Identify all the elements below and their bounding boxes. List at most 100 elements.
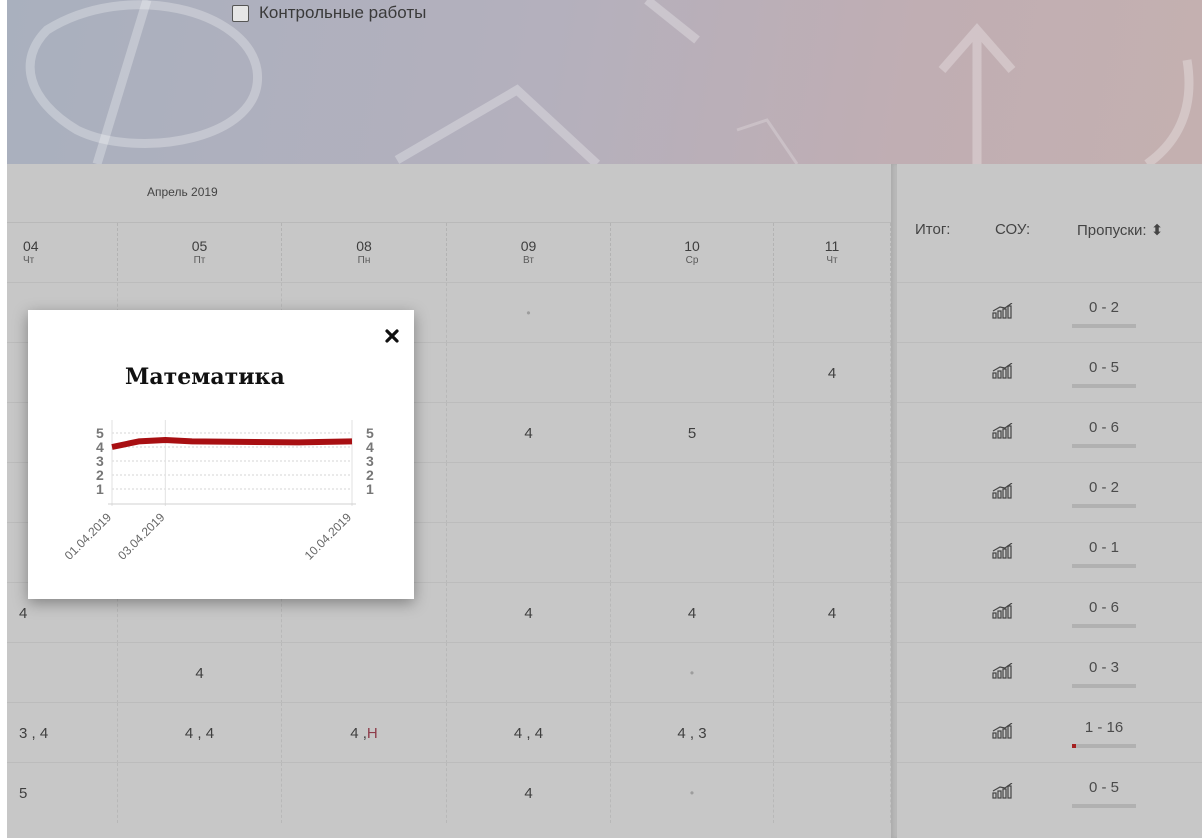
grade-cell[interactable]: 4 [447,403,611,463]
summary-table: Итог: СОУ: Пропуски: ⬍ 0 - 2 0 - 5 0 - 6 0 … [897,164,1202,838]
absences-header[interactable]: Пропуски: ⬍ [1077,221,1163,239]
absence-bar [1072,384,1136,388]
y-tick-label-left: 1 [96,481,104,497]
absence-count[interactable]: 0 - 1 [1072,539,1136,556]
grade-cell[interactable]: 5 [7,763,118,823]
grade-cell[interactable]: 5 [611,403,774,463]
grade-cell[interactable] [774,403,891,463]
absence-count[interactable]: 0 - 2 [1072,479,1136,496]
control-works-filter[interactable]: Контрольные работы [232,3,426,23]
stats-chart-icon[interactable] [992,603,1014,619]
day-of-week: Чт [826,255,838,266]
absence-count[interactable]: 0 - 5 [1072,359,1136,376]
summary-row: 0 - 6 [897,402,1202,463]
grade-cell[interactable] [611,283,774,343]
grade-cell[interactable] [611,523,774,583]
y-tick-label-left: 3 [96,453,104,469]
grade-line-chart: 1 12 23 34 45 501.04.2019 03.04.2019 10.04.2019 [62,420,374,563]
grade-value: 5 [19,784,28,802]
grade-cell[interactable]: 4 [774,343,891,403]
y-tick-label-right: 5 [366,425,374,441]
grade-value: 4 [524,604,533,622]
x-tick-label: 03.04.2019 [115,510,168,563]
y-tick-label-right: 3 [366,453,374,469]
grade-cell[interactable]: 4 [611,583,774,643]
grade-row: 5 4 • [7,762,891,823]
grade-cell[interactable]: 4 [774,583,891,643]
grade-cell[interactable] [282,763,447,823]
grade-cell[interactable] [774,283,891,343]
grade-value: 4 [195,664,204,682]
grade-cell[interactable]: 4 , 4 [118,703,282,763]
control-works-label: Контрольные работы [259,3,427,22]
control-works-checkbox[interactable] [232,4,249,22]
grade-cell[interactable] [774,703,891,763]
grade-cell[interactable] [447,343,611,403]
day-header: 05 Пт [118,223,282,281]
stats-chart-icon[interactable] [992,423,1014,439]
summary-row: 0 - 5 [897,762,1202,823]
grade-cell[interactable] [447,523,611,583]
grade-cell[interactable] [7,643,118,703]
grade-row: 4 • [7,642,891,703]
stats-chart-icon[interactable] [992,483,1014,499]
stats-chart-icon[interactable] [992,723,1014,739]
grade-cell[interactable]: 4 [447,763,611,823]
subject-chart-popup: Математика 1 1 2 2 3 3 4 4 5 5 01.04.2019 03.04.201… [28,310,414,599]
grade-cell[interactable]: 4 [447,583,611,643]
absence-mark: Н [366,724,378,742]
grade-cell[interactable]: 3 , 4 [7,703,118,763]
header-banner: Контрольные работы [7,0,1202,164]
grade-cell[interactable] [774,523,891,583]
absence-count[interactable]: 0 - 6 [1072,599,1136,616]
absences-header-label: Пропуски: [1077,222,1147,239]
grade-value: 4 [827,364,837,382]
grade-cell[interactable]: • [611,763,774,823]
grade-cell[interactable] [282,643,447,703]
grade-value: 4 [524,784,533,802]
stats-chart-icon[interactable] [992,543,1014,559]
grade-value: 4 [827,604,837,622]
grade-cell[interactable]: • [611,643,774,703]
absence-bar [1072,624,1136,628]
grade-cell[interactable]: 4 , 3 [611,703,774,763]
absence-bar [1072,504,1136,508]
grade-cell[interactable] [118,763,282,823]
absence-count[interactable]: 1 - 16 [1072,719,1136,736]
grade-cell[interactable]: 4 , Н [282,703,447,763]
stats-chart-icon[interactable] [992,663,1014,679]
stats-chart-icon[interactable] [992,303,1014,319]
grade-value: 4 [19,604,28,622]
grade-cell[interactable] [774,763,891,823]
day-of-week: Пт [193,255,206,266]
day-header: 09 Вт [447,223,611,281]
day-of-week: Вт [523,255,534,266]
absence-count[interactable]: 0 - 5 [1072,779,1136,796]
absence-count[interactable]: 0 - 2 [1072,299,1136,316]
day-number: 11 [824,238,840,254]
absence-count[interactable]: 0 - 3 [1072,659,1136,676]
absence-bar [1072,444,1136,448]
grade-cell[interactable]: • [447,283,611,343]
absence-count[interactable]: 0 - 6 [1072,419,1136,436]
stats-chart-icon[interactable] [992,363,1014,379]
grade-cell[interactable] [447,463,611,523]
grade-row: 3 , 4 4 , 4 4 , Н 4 , 4 4 , 3 [7,702,891,763]
grade-cell[interactable] [611,343,774,403]
grade-cell[interactable] [774,463,891,523]
grade-cell[interactable]: 4 , 4 [447,703,611,763]
stats-chart-icon[interactable] [992,783,1014,799]
summary-row: 0 - 2 [897,462,1202,523]
grade-cell[interactable] [611,463,774,523]
empty-mark: • [526,306,531,320]
sort-icon[interactable]: ⬍ [1147,222,1164,239]
day-number: 10 [684,238,700,254]
summary-row: 0 - 6 [897,582,1202,643]
x-tick-label: 10.04.2019 [302,510,355,563]
grade-cell[interactable] [774,643,891,703]
absence-bar-fill [1072,744,1076,748]
summary-row: 0 - 5 [897,342,1202,403]
grade-cell[interactable]: 4 [118,643,282,703]
grade-cell[interactable] [447,643,611,703]
y-tick-label-left: 5 [96,425,104,441]
